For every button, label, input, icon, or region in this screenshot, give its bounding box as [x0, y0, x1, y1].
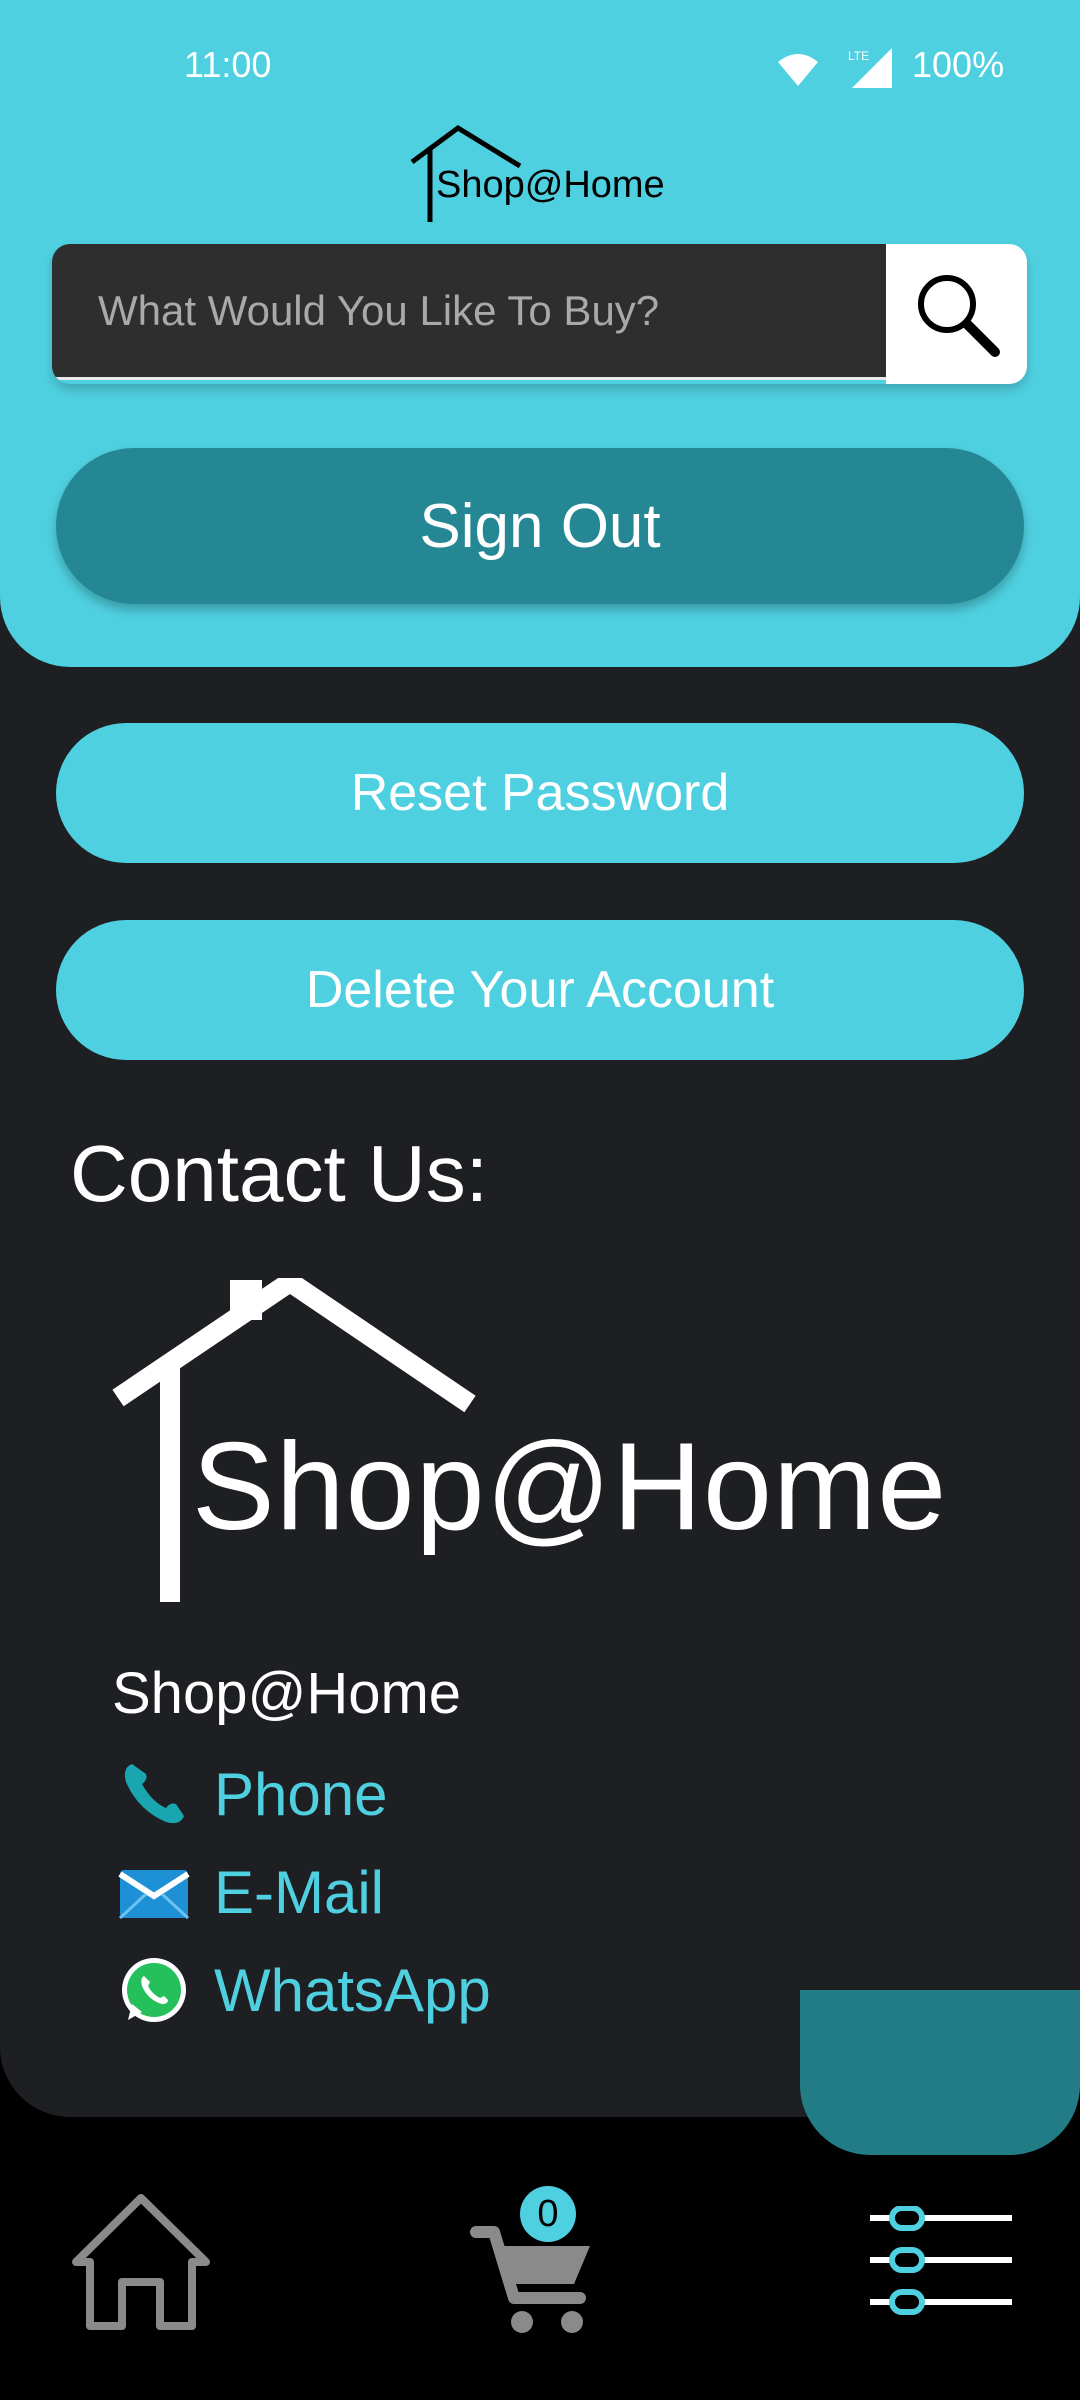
contact-label: E-Mail [214, 1858, 385, 1926]
contact-phone[interactable]: Phone [118, 1754, 388, 1834]
header: 11:00 LTE 100% Shop@Home Sign Out [0, 0, 1080, 667]
delete-account-button[interactable]: Delete Your Account [56, 920, 1024, 1060]
contact-whatsapp[interactable]: WhatsApp [118, 1950, 491, 2030]
header-logo: Shop@Home [408, 122, 673, 222]
search-button[interactable] [886, 244, 1027, 384]
phone-icon [118, 1758, 190, 1830]
header-logo-text: Shop@Home [436, 164, 665, 206]
reset-password-button[interactable]: Reset Password [56, 723, 1024, 863]
menu-icon[interactable] [870, 2206, 1012, 2316]
sign-out-button[interactable]: Sign Out [56, 448, 1024, 604]
wifi-icon [778, 54, 818, 86]
status-time: 11:00 [184, 44, 272, 85]
network-type: LTE [848, 49, 869, 63]
contact-label: WhatsApp [214, 1956, 491, 2024]
whatsapp-icon [118, 1954, 190, 2026]
company-logo: Shop@Home [110, 1278, 990, 1608]
contact-label: Phone [214, 1760, 388, 1828]
panel-shadow-tab [800, 1990, 1080, 2155]
envelope-icon [118, 1856, 190, 1928]
company-name: Shop@Home [112, 1661, 462, 1726]
battery-level: 100% [912, 44, 1005, 85]
company-logo-text: Shop@Home [192, 1418, 948, 1556]
signal-icon: LTE [848, 48, 892, 88]
cart-count-badge: 0 [520, 2186, 576, 2242]
search-bar [52, 244, 1027, 384]
status-bar: 11:00 LTE 100% [0, 0, 1080, 130]
search-input[interactable] [52, 244, 886, 380]
contact-title: Contact Us: [70, 1129, 488, 1218]
search-icon [917, 275, 1000, 357]
contact-email[interactable]: E-Mail [118, 1852, 384, 1932]
home-icon[interactable] [68, 2190, 214, 2334]
